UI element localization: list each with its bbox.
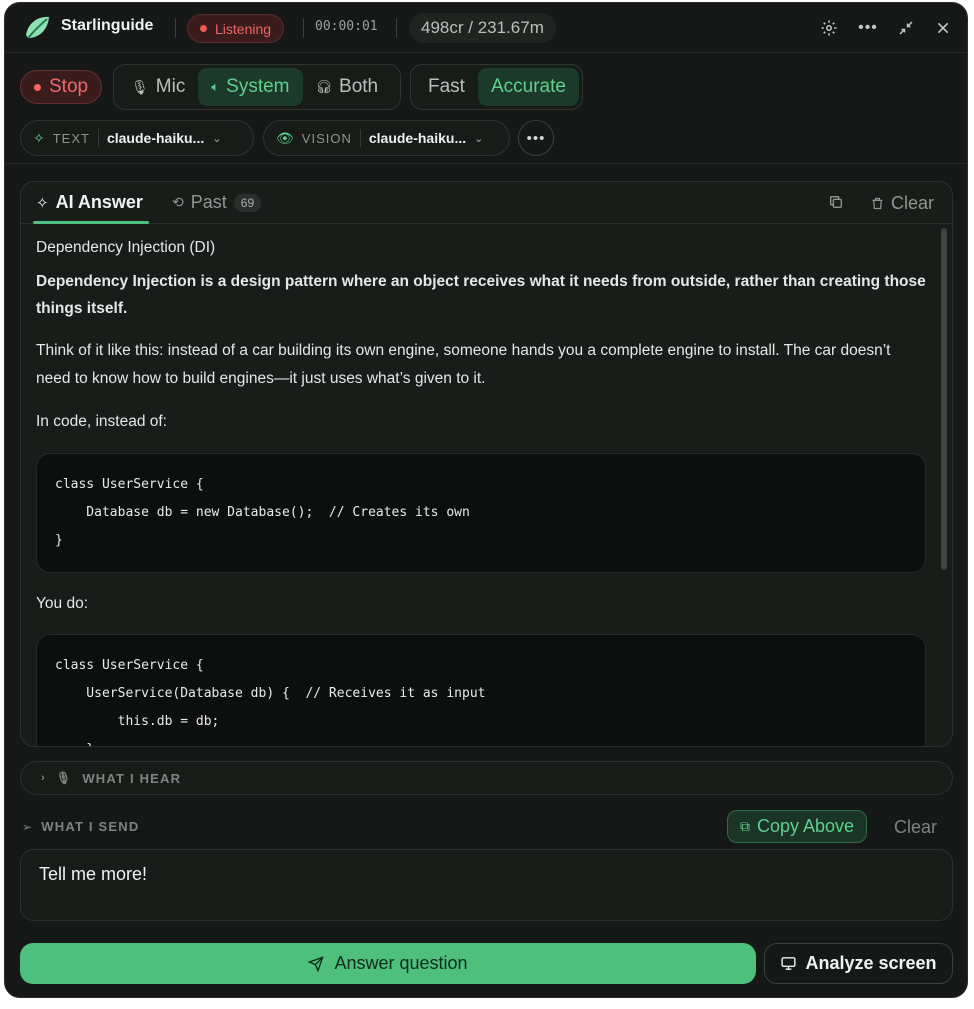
close-icon[interactable]: [931, 16, 955, 40]
chevron-right-icon: ›: [41, 772, 46, 784]
instead-label: In code, instead of:: [36, 413, 167, 430]
sparkles-icon: ✧: [36, 194, 49, 212]
mode-accurate-option[interactable]: Accurate: [477, 68, 579, 106]
microphone-icon: 🎙︎: [55, 771, 73, 785]
listening-label: Listening: [215, 20, 272, 37]
title-divider: [175, 18, 176, 38]
chevron-down-icon: ⌄: [212, 132, 222, 145]
title-divider: [396, 18, 397, 38]
collapse-icon[interactable]: [894, 16, 918, 40]
tab-past[interactable]: ⟲ Past 69: [172, 192, 262, 213]
recording-dot-icon: [200, 25, 207, 32]
section-divider: [5, 163, 967, 164]
analyze-screen-button[interactable]: Analyze screen: [764, 943, 953, 984]
answer-intro: Dependency Injection is a design pattern…: [36, 273, 926, 317]
app-window: Starlinguide Listening 00:00:01 498cr / …: [4, 2, 968, 998]
vision-model-value: claude-haiku...: [368, 130, 467, 146]
answer-question-label: Answer question: [334, 953, 468, 973]
clear-label: Clear: [890, 193, 934, 213]
answer-paragraph: Think of it like this: instead of a car …: [36, 342, 891, 387]
trash-icon: [872, 197, 883, 210]
tab-ai-answer[interactable]: ✧ AI Answer: [36, 192, 143, 213]
code-block-after: class UserService { UserService(Database…: [36, 634, 926, 746]
answer-panel: ✧ AI Answer ⟲ Past 69 Clear Dependency I…: [20, 181, 953, 747]
what-i-send-label: WHAT I SEND: [41, 819, 140, 834]
sparkles-icon: ✧: [33, 129, 45, 146]
answer-content: Dependency Injection (DI) Dependency Inj…: [36, 239, 926, 746]
past-count-badge: 69: [233, 193, 262, 212]
vision-model-select[interactable]: 👁︎ VISION claude-haiku... ⌄: [263, 120, 510, 156]
more-options-button[interactable]: •••: [518, 120, 554, 156]
answer-tabs: ✧ AI Answer ⟲ Past 69 Clear: [21, 182, 952, 224]
stop-label: Stop: [49, 76, 89, 97]
what-i-hear-toggle[interactable]: › 🎙︎ WHAT I HEAR: [20, 761, 953, 795]
text-model-value: claude-haiku...: [106, 130, 205, 146]
source-system-option[interactable]: 🔈︎ System: [198, 68, 303, 106]
title-bar: Starlinguide Listening 00:00:01 498cr / …: [5, 3, 967, 53]
clipboard-icon: ⧉: [740, 818, 750, 834]
mode-fast-option[interactable]: Fast: [415, 68, 478, 106]
title-divider: [303, 18, 304, 38]
text-model-select[interactable]: ✧ TEXT claude-haiku... ⌄: [20, 120, 254, 156]
credits-badge: 498cr / 231.67m: [409, 13, 556, 43]
stop-button[interactable]: Stop: [20, 70, 103, 104]
speed-mode-toggle: Fast Accurate: [410, 64, 583, 110]
speaker-icon: 🔈︎: [211, 79, 220, 94]
source-mic-label: Mic: [155, 76, 186, 97]
answer-heading: Dependency Injection (DI): [36, 239, 216, 256]
answer-scrollbar[interactable]: [941, 228, 947, 570]
clear-send-button[interactable]: Clear: [894, 817, 937, 838]
app-logo-icon: [26, 16, 49, 39]
code-block-before: class UserService { Database db = new Da…: [36, 453, 926, 573]
copy-above-label: Copy Above: [757, 816, 855, 836]
pill-divider: [359, 129, 361, 147]
source-both-label: Both: [339, 76, 379, 97]
send-icon: ➢: [22, 819, 34, 834]
analyze-screen-label: Analyze screen: [805, 953, 937, 973]
what-i-hear-label: WHAT I HEAR: [82, 770, 182, 786]
microphone-icon: 🎙︎: [131, 78, 149, 95]
clear-answer-button[interactable]: Clear: [870, 193, 934, 214]
active-tab-indicator: [33, 221, 149, 224]
chevron-down-icon: ⌄: [474, 132, 484, 145]
vision-model-label: VISION: [301, 130, 352, 146]
text-model-label: TEXT: [52, 130, 90, 146]
tab-ai-answer-label: AI Answer: [55, 192, 143, 212]
you-do-label: You do:: [36, 595, 89, 612]
session-timer: 00:00:01: [315, 19, 378, 34]
message-input[interactable]: Tell me more!: [20, 849, 953, 921]
pill-divider: [97, 129, 99, 147]
answer-question-button[interactable]: Answer question: [20, 943, 756, 984]
app-name: Starlinguide: [61, 17, 154, 34]
audio-source-toggle: 🎙︎ Mic 🔈︎ System 🎧︎ Both: [113, 64, 401, 110]
source-system-label: System: [226, 76, 290, 97]
source-mic-option[interactable]: 🎙︎ Mic: [118, 68, 198, 106]
send-arrow-icon: [308, 955, 325, 972]
tab-past-label: Past: [190, 192, 227, 212]
eye-icon: 👁︎: [276, 129, 294, 146]
monitor-icon: [781, 957, 797, 970]
source-both-option[interactable]: 🎧︎ Both: [303, 68, 392, 106]
more-icon[interactable]: •••: [856, 16, 880, 40]
gear-icon[interactable]: [817, 16, 841, 40]
what-i-send-header: ➢ WHAT I SEND: [22, 819, 139, 834]
copy-icon[interactable]: [828, 194, 844, 215]
copy-above-button[interactable]: ⧉ Copy Above: [727, 810, 868, 843]
stop-dot-icon: [34, 83, 41, 91]
listening-status-badge: Listening: [187, 14, 285, 43]
history-icon: ⟲: [172, 194, 184, 210]
headphones-icon: 🎧︎: [315, 79, 333, 94]
